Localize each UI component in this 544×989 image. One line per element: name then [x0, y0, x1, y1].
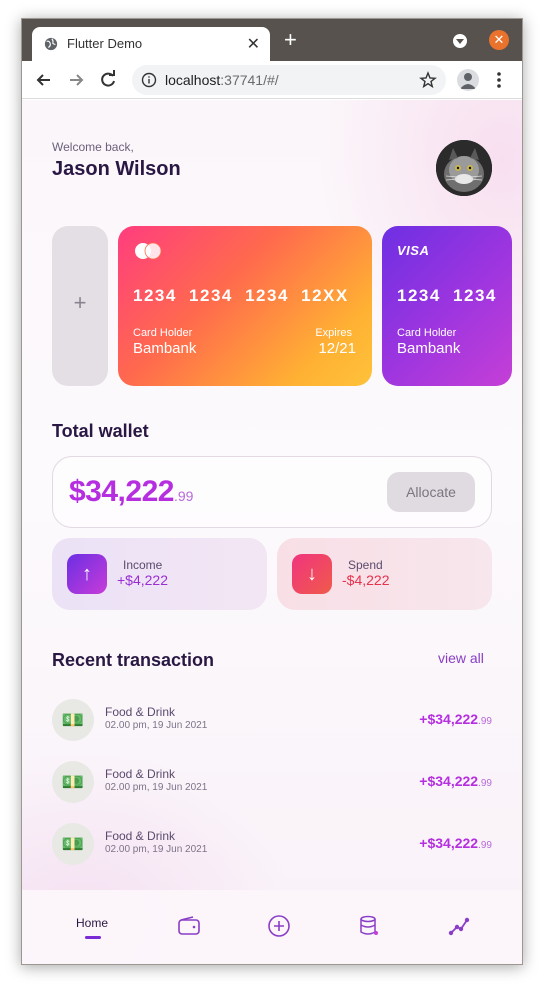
credit-card[interactable]: 1234 1234 1234 12XX Card Holder Bambank …	[118, 226, 372, 386]
transaction-row[interactable]: 💵 Food & Drink 02.00 pm, 19 Jun 2021 +$3…	[52, 823, 492, 865]
transaction-name: Food & Drink	[105, 705, 176, 719]
star-icon[interactable]	[419, 71, 437, 89]
globe-icon	[44, 37, 58, 51]
new-tab-icon[interactable]: +	[284, 29, 297, 51]
card-expires: 12/21	[318, 340, 356, 357]
transaction-cents: .99	[478, 778, 492, 789]
spend-value: -$4,222	[342, 572, 390, 588]
tab-title: Flutter Demo	[67, 36, 143, 51]
wallet-cents: .99	[173, 488, 194, 504]
close-tab-icon[interactable]: ✕	[247, 34, 260, 54]
nav-chart[interactable]	[428, 890, 488, 964]
avatar[interactable]	[436, 140, 492, 196]
welcome-text: Welcome back,	[52, 140, 134, 154]
chart-icon	[448, 917, 470, 936]
url-text: localhost:37741/#/	[165, 72, 279, 88]
wallet-dollars: $34,222	[69, 475, 174, 508]
mastercard-logo	[135, 242, 162, 260]
url-host: localhost	[165, 72, 221, 88]
transaction-date: 02.00 pm, 19 Jun 2021	[105, 720, 208, 731]
browser-window: Flutter Demo ✕ + ✕ localhost:37741/#/ We…	[21, 18, 523, 965]
nav-home-label: Home	[75, 916, 108, 930]
add-circle-icon	[268, 915, 290, 937]
bottom-nav: Home	[22, 890, 522, 964]
spend-label: Spend	[348, 558, 383, 572]
app-viewport: Welcome back, Jason Wilson + 1234 1234 1…	[22, 100, 522, 964]
income-value: +$4,222	[117, 572, 168, 588]
spend-card[interactable]: ↓ Spend -$4,222	[277, 538, 492, 610]
wallet-title: Total wallet	[52, 421, 149, 441]
wallet-box: $34,222.99 Allocate	[52, 456, 492, 528]
arrow-down-icon: ↓	[292, 554, 332, 594]
card-holder: Bambank	[133, 340, 197, 357]
arrow-up-icon: ↑	[67, 554, 107, 594]
browser-tab[interactable]: Flutter Demo ✕	[32, 27, 270, 61]
window-close-icon[interactable]: ✕	[489, 30, 509, 50]
recent-transaction-title: Recent transaction	[52, 650, 215, 670]
card-expires-label: Expires	[315, 327, 352, 339]
transaction-cents: .99	[478, 716, 492, 727]
cat-avatar-image	[436, 140, 492, 196]
nav-database[interactable]	[338, 890, 398, 964]
more-menu-icon[interactable]	[496, 71, 502, 89]
transaction-amount: +$34,222.99	[419, 835, 492, 851]
nav-add[interactable]	[248, 890, 308, 964]
transaction-date: 02.00 pm, 19 Jun 2021	[105, 782, 208, 793]
card-number: 1234 1234 1234 12XX	[133, 286, 349, 305]
transaction-cents: .99	[478, 840, 492, 851]
transaction-row[interactable]: 💵 Food & Drink 02.00 pm, 19 Jun 2021 +$3…	[52, 761, 492, 803]
tab-search-icon[interactable]	[453, 34, 467, 48]
wallet-icon	[178, 916, 200, 935]
transaction-name: Food & Drink	[105, 829, 176, 843]
transaction-dollars: +$34,222	[419, 773, 479, 789]
info-icon[interactable]	[141, 72, 157, 88]
url-path: :37741/#/	[220, 72, 279, 88]
money-icon: 💵	[52, 823, 94, 865]
nav-wallet[interactable]	[158, 890, 218, 964]
database-icon	[360, 915, 378, 935]
add-card-button[interactable]: +	[52, 226, 108, 386]
income-card[interactable]: ↑ Income +$4,222	[52, 538, 267, 610]
title-bar: Flutter Demo ✕ + ✕	[22, 19, 522, 61]
view-all-link[interactable]: view all	[438, 650, 484, 666]
user-name: Jason Wilson	[52, 158, 181, 180]
plus-icon: +	[73, 290, 87, 315]
transaction-date: 02.00 pm, 19 Jun 2021	[105, 844, 208, 855]
transaction-amount: +$34,222.99	[419, 773, 492, 789]
allocate-button[interactable]: Allocate	[387, 472, 475, 512]
reload-icon[interactable]	[98, 70, 118, 90]
card-holder: Bambank	[397, 340, 461, 357]
card-holder-label: Card Holder	[133, 327, 193, 339]
card-holder-label: Card Holder	[397, 327, 457, 339]
back-icon[interactable]	[34, 70, 54, 90]
browser-toolbar: localhost:37741/#/	[22, 61, 522, 99]
income-label: Income	[123, 558, 163, 572]
transaction-dollars: +$34,222	[419, 711, 479, 727]
money-icon: 💵	[52, 761, 94, 803]
transaction-name: Food & Drink	[105, 767, 176, 781]
transaction-dollars: +$34,222	[419, 835, 479, 851]
wallet-amount: $34,222.99	[69, 475, 193, 509]
profile-icon[interactable]	[457, 69, 479, 91]
visa-logo: VISA	[397, 243, 430, 258]
transaction-row[interactable]: 💵 Food & Drink 02.00 pm, 19 Jun 2021 +$3…	[52, 699, 492, 741]
card-number: 1234 1234	[397, 286, 497, 305]
money-icon: 💵	[52, 699, 94, 741]
nav-active-indicator	[85, 936, 101, 939]
transaction-amount: +$34,222.99	[419, 711, 492, 727]
address-bar[interactable]: localhost:37741/#/	[132, 65, 446, 95]
nav-home[interactable]: Home	[62, 890, 122, 964]
forward-icon[interactable]	[66, 70, 86, 90]
credit-card[interactable]: VISA 1234 1234 Card Holder Bambank	[382, 226, 512, 386]
